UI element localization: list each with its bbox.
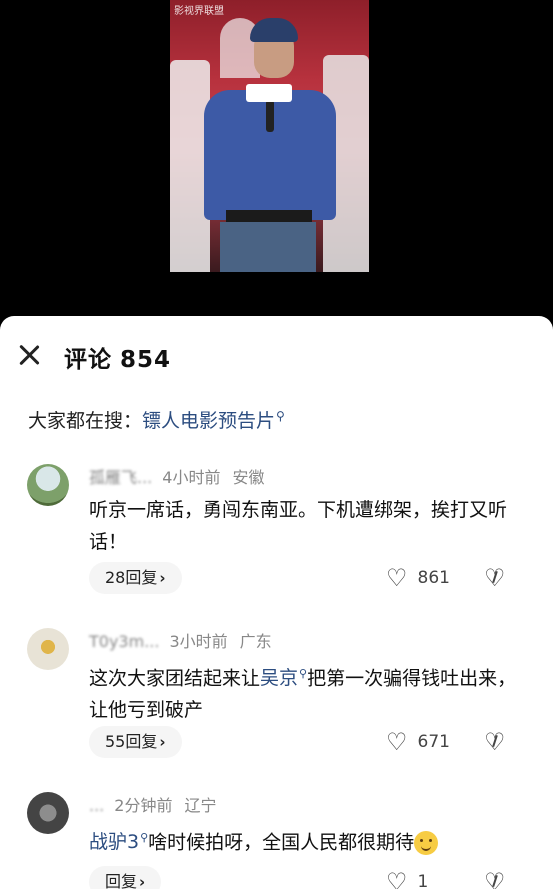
microphone-card	[246, 84, 292, 102]
trending-prefix: 大家都在搜：	[28, 410, 143, 432]
mention-text: 吴京	[260, 667, 299, 690]
search-icon: ⚲	[140, 831, 149, 844]
search-icon: ⚲	[276, 408, 285, 423]
comment-text: 听京一席话，勇闯东南亚。下机遭绑架，挨打又听话！	[89, 499, 508, 553]
comment-meta: 孤雁飞... 4小时前 安徽	[89, 464, 264, 488]
comment-time: 4小时前	[162, 468, 221, 487]
comment-text-part: 啥时候拍呀，全国人民都很期待	[148, 831, 415, 854]
emoji-icon	[414, 830, 439, 855]
username[interactable]: ...	[89, 796, 104, 815]
dislike-icon[interactable]: ♡	[484, 866, 506, 889]
heart-icon: ♡	[386, 728, 408, 756]
dislike-icon[interactable]: ♡	[484, 726, 506, 758]
speaker-belt	[226, 210, 312, 222]
dislike-crack	[492, 570, 498, 584]
dislike-icon[interactable]: ♡	[484, 562, 506, 594]
mention-text: 战驴3	[89, 831, 140, 854]
speaker-cap	[250, 18, 298, 42]
avatar[interactable]	[27, 792, 69, 834]
comment-text: 战驴3⚲啥时候拍呀，全国人民都很期待	[89, 822, 519, 858]
chevron-right-icon: ›	[159, 569, 166, 587]
mention-link[interactable]: 战驴3⚲	[89, 831, 148, 853]
view-replies-button[interactable]: 回复 ›	[89, 866, 162, 889]
mention-link[interactable]: 吴京⚲	[260, 667, 307, 689]
comment-title-label: 评论	[64, 347, 112, 373]
comment-count: 854	[120, 347, 172, 373]
view-replies-button[interactable]: 28回复 ›	[89, 562, 182, 594]
view-replies-button[interactable]: 55回复 ›	[89, 726, 182, 758]
trending-search: 大家都在搜：镖人电影预告片⚲	[28, 406, 285, 433]
comment-meta: T0y3m... 3小时前 广东	[89, 628, 272, 652]
search-icon: ⚲	[299, 667, 308, 680]
heart-icon: ♡	[386, 564, 408, 592]
dislike-crack	[492, 874, 498, 888]
dislike-crack	[492, 734, 498, 748]
comment-title: 评论 854	[64, 340, 171, 374]
chevron-right-icon: ›	[159, 733, 166, 751]
comment-location: 广东	[239, 632, 272, 651]
trending-term: 镖人电影预告片	[142, 410, 276, 432]
comment-sheet: 评论 854 大家都在搜：镖人电影预告片⚲ 孤雁飞... 4小时前 安徽 听京一席话，…	[0, 316, 553, 889]
comment-time: 3小时前	[169, 632, 228, 651]
reply-count: 28回复	[105, 568, 158, 587]
like-button[interactable]: ♡ 1	[386, 866, 428, 889]
chevron-right-icon: ›	[139, 873, 146, 889]
reply-count: 55回复	[105, 732, 158, 751]
like-button[interactable]: ♡ 671	[386, 726, 450, 758]
comment-location: 安徽	[232, 468, 265, 487]
comment-time: 2分钟前	[114, 796, 173, 815]
comment-text-part: 这次大家团结起来让	[89, 667, 261, 690]
like-count: 671	[417, 732, 450, 752]
avatar[interactable]	[27, 464, 69, 506]
close-icon[interactable]	[16, 342, 42, 368]
comment-sheet-header: 评论 854	[0, 336, 553, 376]
heart-icon: ♡	[386, 868, 408, 889]
username[interactable]: T0y3m...	[89, 632, 159, 651]
username[interactable]: 孤雁飞...	[89, 468, 152, 487]
video-watermark: 影视界联盟	[174, 6, 224, 17]
like-count: 861	[417, 568, 450, 588]
video-player[interactable]: 影视界联盟	[0, 0, 553, 318]
comment-text: 这次大家团结起来让吴京⚲把第一次骗得钱吐出来，让他亏到破产	[89, 658, 519, 726]
avatar[interactable]	[27, 628, 69, 670]
microphone	[266, 100, 274, 132]
like-count: 1	[417, 872, 429, 889]
reply-count: 回复	[105, 872, 138, 889]
comment-location: 辽宁	[184, 796, 217, 815]
trending-search-link[interactable]: 镖人电影预告片⚲	[142, 408, 285, 432]
speaker-jeans	[220, 222, 316, 272]
comment-meta: ... 2分钟前 辽宁	[89, 792, 216, 816]
like-button[interactable]: ♡ 861	[386, 562, 450, 594]
video-frame[interactable]: 影视界联盟	[170, 0, 369, 272]
